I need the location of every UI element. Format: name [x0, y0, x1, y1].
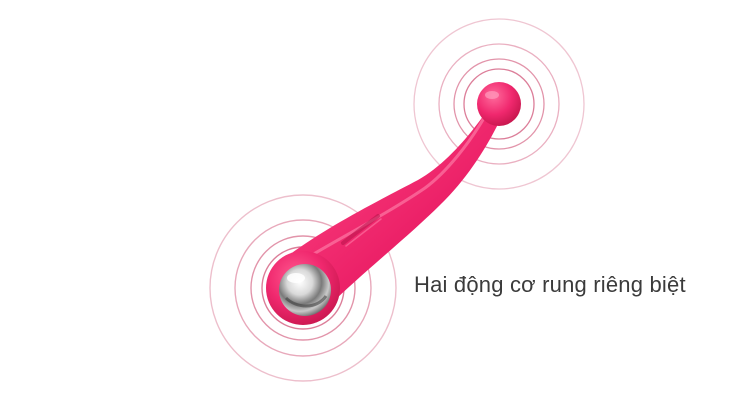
- steel-ball-shine: [287, 273, 305, 283]
- feature-caption: Hai động cơ rung riêng biệt: [414, 272, 686, 297]
- small-tip-shine: [485, 91, 499, 99]
- product-illustration: Hai động cơ rung riêng biệt: [0, 0, 750, 420]
- steel-ball: [279, 264, 331, 316]
- small-end-tip: [477, 82, 521, 126]
- dual-motor-vibrator-illustration: [209, 18, 585, 382]
